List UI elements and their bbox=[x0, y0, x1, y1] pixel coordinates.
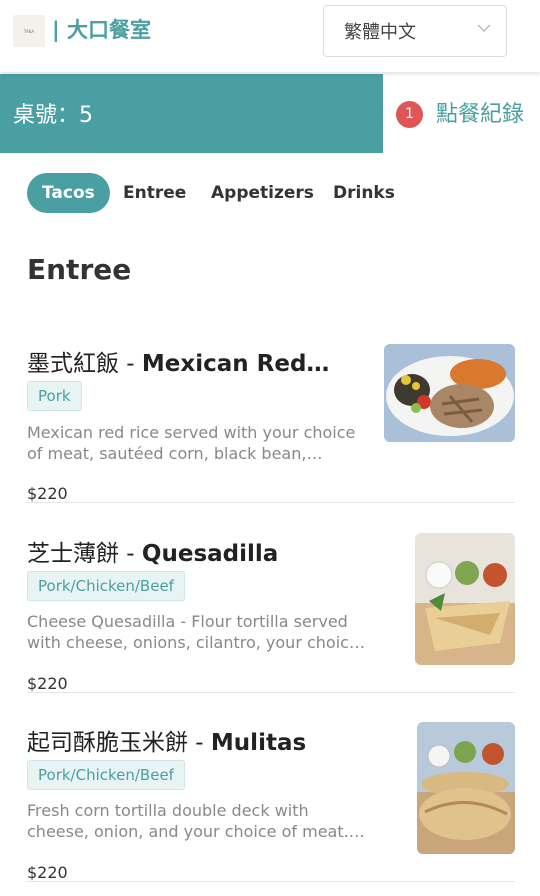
item-tag: Pork/Chicken/Beef bbox=[27, 571, 185, 601]
item-name: 墨式紅飯 - Mexican Red… bbox=[27, 344, 367, 378]
item-tag: Pork bbox=[27, 381, 82, 411]
item-name-zh: 墨式紅飯 - bbox=[27, 351, 142, 377]
restaurant-logo: TAKA bbox=[13, 15, 45, 47]
tab-entree[interactable]: Entree bbox=[108, 173, 201, 213]
language-select[interactable]: 繁體中文 bbox=[323, 5, 507, 57]
item-name-zh: 芝士薄餅 - bbox=[27, 541, 142, 567]
section-title: Entree bbox=[27, 253, 132, 286]
order-count-badge: 1 bbox=[396, 101, 423, 128]
item-description: Cheese Quesadilla - Flour tortilla serve… bbox=[27, 612, 365, 652]
tab-tacos[interactable]: Tacos bbox=[27, 173, 110, 213]
item-name-en: Mulitas bbox=[210, 730, 307, 756]
mulitas-photo bbox=[417, 722, 515, 854]
restaurant-name: | 大口餐室 bbox=[52, 18, 151, 42]
tab-drinks[interactable]: Drinks bbox=[318, 173, 410, 213]
order-history-link[interactable]: 點餐紀錄 bbox=[436, 96, 524, 128]
item-description: Mexican red rice served with your choice… bbox=[27, 423, 356, 463]
divider bbox=[27, 692, 515, 693]
table-number-banner: 桌號：5 bbox=[0, 74, 383, 153]
item-price: $220 bbox=[27, 484, 68, 503]
item-name-en: Mexican Red… bbox=[141, 351, 330, 377]
language-selected-value: 繁體中文 bbox=[344, 22, 416, 43]
table-number: 桌號：5 bbox=[13, 103, 93, 128]
rice-plate-photo bbox=[384, 344, 515, 442]
item-price: $220 bbox=[27, 863, 68, 882]
app-header: TAKA | 大口餐室 繁體中文 bbox=[0, 0, 540, 72]
divider bbox=[27, 881, 515, 882]
quesadilla-photo bbox=[415, 533, 515, 665]
item-description: Fresh corn tortilla double deck with che… bbox=[27, 801, 365, 841]
item-tag: Pork/Chicken/Beef bbox=[27, 760, 185, 790]
menu-item[interactable]: 芝士薄餅 - Quesadilla Pork/Chicken/Beef Chee… bbox=[0, 530, 540, 695]
divider bbox=[27, 502, 515, 503]
menu-item[interactable]: 墨式紅飯 - Mexican Red… Pork Mexican red ric… bbox=[0, 340, 540, 505]
item-name-zh: 起司酥脆玉米餅 - bbox=[27, 730, 211, 756]
menu-item[interactable]: 起司酥脆玉米餅 - Mulitas Pork/Chicken/Beef Fres… bbox=[0, 719, 540, 889]
item-name-en: Quesadilla bbox=[141, 541, 279, 567]
item-name: 起司酥脆玉米餅 - Mulitas bbox=[27, 723, 397, 757]
item-price: $220 bbox=[27, 674, 68, 693]
tab-appetizers[interactable]: Appetizers bbox=[196, 173, 329, 213]
chevron-down-icon bbox=[477, 24, 491, 33]
item-name: 芝士薄餅 - Quesadilla bbox=[27, 534, 397, 568]
